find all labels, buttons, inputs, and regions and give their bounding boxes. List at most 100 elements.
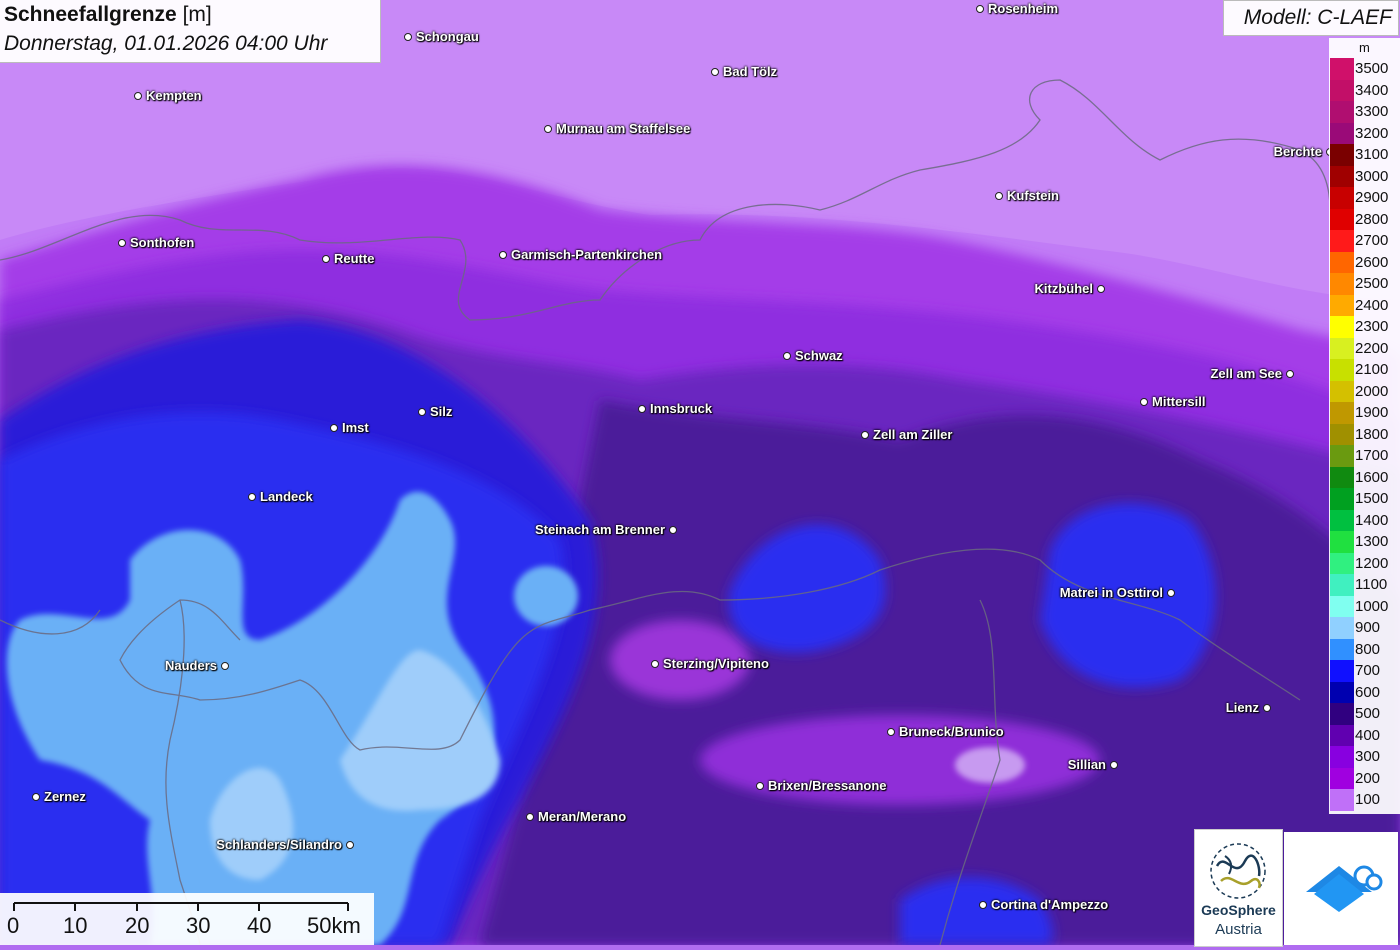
city-marker-icon (418, 408, 426, 416)
city-label: Lienz (1225, 700, 1259, 715)
city-label: Sillian (1067, 757, 1106, 772)
legend-swatch (1330, 746, 1354, 768)
legend-swatch (1330, 423, 1354, 445)
city-marker-icon (118, 239, 126, 247)
model-label: Modell: C-LAEF (1243, 6, 1392, 29)
legend-swatch (1330, 165, 1354, 187)
city-marker-icon (499, 251, 507, 259)
city-marker-icon (783, 352, 791, 360)
city-marker-icon (1263, 704, 1271, 712)
scale-label-20: 20 (125, 913, 150, 938)
city-marker-icon (887, 728, 895, 736)
color-legend: m 3500 3400 3300 3200 3100 3000 2900 2800 2700 26… (1329, 38, 1400, 814)
legend-label: 800 (1355, 640, 1381, 658)
city-label: Brixen/Bressanone (768, 778, 887, 793)
city-marker-icon (1167, 589, 1175, 597)
legend-label: 1700 (1355, 447, 1389, 464)
legend-label: 1000 (1355, 597, 1389, 615)
city-label: Innsbruck (650, 401, 713, 416)
city-marker-icon (651, 660, 659, 668)
legend-label: 3100 (1355, 146, 1389, 163)
legend-swatch (1330, 445, 1354, 467)
city-label: Sterzing/Vipiteno (663, 656, 769, 671)
legend-swatch (1330, 144, 1354, 166)
city-label: Murnau am Staffelsee (556, 121, 691, 136)
legend-swatch (1330, 531, 1354, 553)
legend-swatch (1330, 294, 1354, 316)
legend-label: 2300 (1355, 318, 1389, 335)
city-label: Silz (430, 404, 453, 419)
city-label: Bad Tölz (723, 64, 778, 79)
legend-swatch (1330, 789, 1354, 811)
legend-label: 2800 (1355, 210, 1389, 228)
geosphere-name: GeoSphere (1201, 902, 1276, 918)
city-label: Kufstein (1007, 188, 1059, 203)
city-marker-icon (322, 255, 330, 263)
legend-swatch (1330, 660, 1354, 682)
scale-label-50km: 50km (307, 913, 361, 938)
legend-label: 1400 (1355, 511, 1389, 529)
scale-bar: 0 10 20 30 40 50km (0, 893, 374, 945)
legend-label: 2700 (1355, 232, 1389, 249)
weather-app-logo[interactable] (1284, 832, 1398, 945)
legend-swatch (1330, 703, 1354, 725)
legend-label: 3500 (1355, 60, 1389, 77)
city-label: Kitzbühel (1034, 281, 1094, 296)
city-label: Reutte (334, 251, 375, 266)
legend-label: 400 (1355, 726, 1381, 744)
city-marker-icon (756, 782, 764, 790)
geosphere-country: Austria (1215, 921, 1262, 938)
city-marker-icon (1097, 285, 1105, 293)
city-marker-icon (711, 68, 719, 76)
city-marker-icon (1110, 761, 1118, 769)
scale-label-0: 0 (7, 913, 20, 938)
legend-swatch (1330, 488, 1354, 510)
city-label: Schongau (416, 29, 479, 44)
legend-swatch (1330, 724, 1354, 746)
legend-label: 2400 (1355, 296, 1389, 314)
city-marker-icon (221, 662, 229, 670)
parameter-title: Schneefallgrenze (4, 3, 177, 26)
city-label: Zernez (44, 789, 86, 804)
city-marker-icon (134, 92, 142, 100)
city-label: Nauders (164, 658, 217, 673)
legend-label: 300 (1355, 748, 1381, 765)
legend-label: 500 (1355, 705, 1381, 722)
legend-swatch (1330, 337, 1354, 359)
city-marker-icon (861, 431, 869, 439)
scale-label-30: 30 (186, 913, 211, 938)
city-label: Steinach am Brenner (534, 522, 665, 537)
parameter-unit: [m] (182, 3, 212, 26)
legend-swatch (1330, 617, 1354, 639)
legend-swatch (1330, 187, 1354, 209)
snowline-map[interactable] (0, 0, 1400, 945)
city-label: Zell am See (1210, 366, 1282, 381)
city-marker-icon (404, 33, 412, 41)
city-marker-icon (979, 901, 987, 909)
city-marker-icon (346, 841, 354, 849)
city-label: Sonthofen (130, 235, 195, 250)
legend-swatch (1330, 251, 1354, 273)
city-marker-icon (1140, 398, 1148, 406)
legend-swatch (1330, 359, 1354, 381)
geosphere-logo[interactable]: GeoSphere Austria (1194, 829, 1283, 947)
legend-label: 1200 (1355, 554, 1389, 572)
legend-label: 3000 (1355, 167, 1389, 185)
legend-swatch (1330, 230, 1354, 252)
city-label: Zell am Ziller (873, 427, 953, 442)
legend-swatch (1330, 509, 1354, 531)
legend-swatch (1330, 101, 1354, 123)
legend-swatch (1330, 574, 1354, 596)
scale-label-10: 10 (63, 913, 88, 938)
legend-label: 1500 (1355, 490, 1389, 507)
legend-label: 700 (1355, 662, 1381, 679)
legend-label: 1800 (1355, 425, 1389, 443)
legend-label: 2900 (1355, 189, 1389, 206)
legend-swatch (1330, 208, 1354, 230)
city-marker-icon (330, 424, 338, 432)
legend-swatch (1330, 79, 1354, 101)
forecast-datetime: Donnerstag, 01.01.2026 04:00 Uhr (4, 32, 328, 55)
city-label: Bruneck/Brunico (899, 724, 1004, 739)
city-marker-icon (638, 405, 646, 413)
city-marker-icon (526, 813, 534, 821)
